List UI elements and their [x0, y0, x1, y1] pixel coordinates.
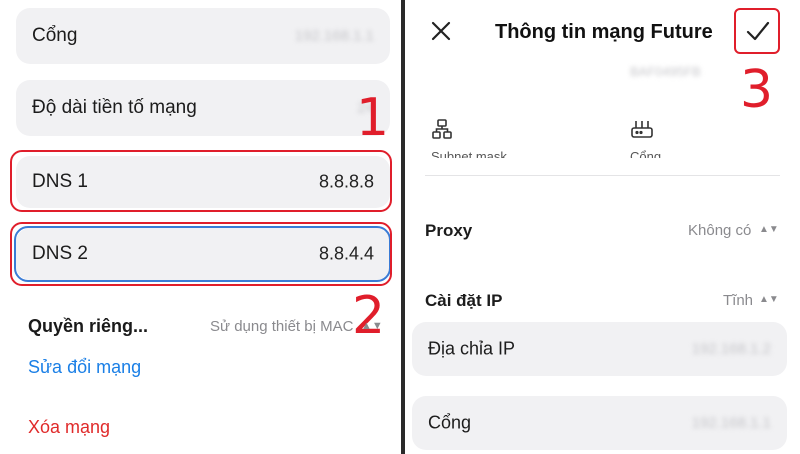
- privacy-value: Sử dụng thiết bị MAC: [210, 318, 354, 335]
- privacy-label: Quyền riêng...: [28, 316, 149, 336]
- ip-settings-value: Tĩnh: [723, 292, 754, 309]
- network-info-title: Thông tin mạng Future: [495, 21, 713, 43]
- dns1-highlight: [10, 150, 392, 212]
- close-icon[interactable]: [430, 20, 452, 47]
- step-1-annotation: 1: [356, 88, 390, 148]
- gateway-label-right: Cổng: [428, 412, 472, 433]
- gateway-value: 192.168.1.1: [294, 27, 374, 45]
- step-2-annotation: 2: [352, 286, 386, 346]
- ip-address-field[interactable]: Địa chỉa IP 192.168.1.2: [412, 322, 787, 376]
- gateway-field[interactable]: Cổng 192.168.1.1: [16, 8, 390, 64]
- dns2-highlight: [10, 222, 392, 286]
- proxy-value: Không có: [688, 222, 752, 239]
- left-panel: Cổng 192.168.1.1 Độ dài tiền tố mạng 24 …: [0, 0, 401, 454]
- gateway-field-right[interactable]: Cổng 192.168.1.1: [412, 396, 787, 450]
- section-divider: [425, 175, 780, 176]
- subnet-label: Subnet mask: [431, 150, 507, 158]
- subnet-icon: [431, 118, 453, 145]
- chevron-updown-icon: ▲▼: [759, 294, 779, 305]
- delete-network-link[interactable]: Xóa mạng: [28, 417, 110, 438]
- ip-settings-label: Cài đặt IP: [425, 291, 503, 310]
- network-subtitle: BAF0495FB: [630, 64, 701, 79]
- ip-address-label: Địa chỉa IP: [428, 338, 516, 359]
- right-panel: Thông tin mạng Future BAF0495FB 3 Subnet…: [405, 0, 800, 454]
- chevron-updown-icon: ▲▼: [759, 224, 779, 235]
- gateway-label: Cổng: [32, 25, 78, 46]
- chevron-updown-icon: ▲▼: [361, 320, 383, 332]
- save-highlight: [734, 8, 780, 54]
- proxy-label: Proxy: [425, 221, 473, 240]
- modify-network-link[interactable]: Sửa đổi mạng: [28, 357, 141, 378]
- router-icon: [630, 118, 654, 145]
- gateway-value-right: 192.168.1.1: [691, 414, 771, 432]
- prefix-length-label: Độ dài tiền tố mạng: [32, 97, 197, 118]
- icon-labels-clip: Subnet mask Cổng: [425, 150, 785, 158]
- ip-address-value: 192.168.1.2: [691, 340, 771, 358]
- router-label: Cổng: [630, 150, 662, 158]
- step-3-annotation: 3: [740, 60, 774, 120]
- prefix-length-field[interactable]: Độ dài tiền tố mạng 24: [16, 80, 390, 136]
